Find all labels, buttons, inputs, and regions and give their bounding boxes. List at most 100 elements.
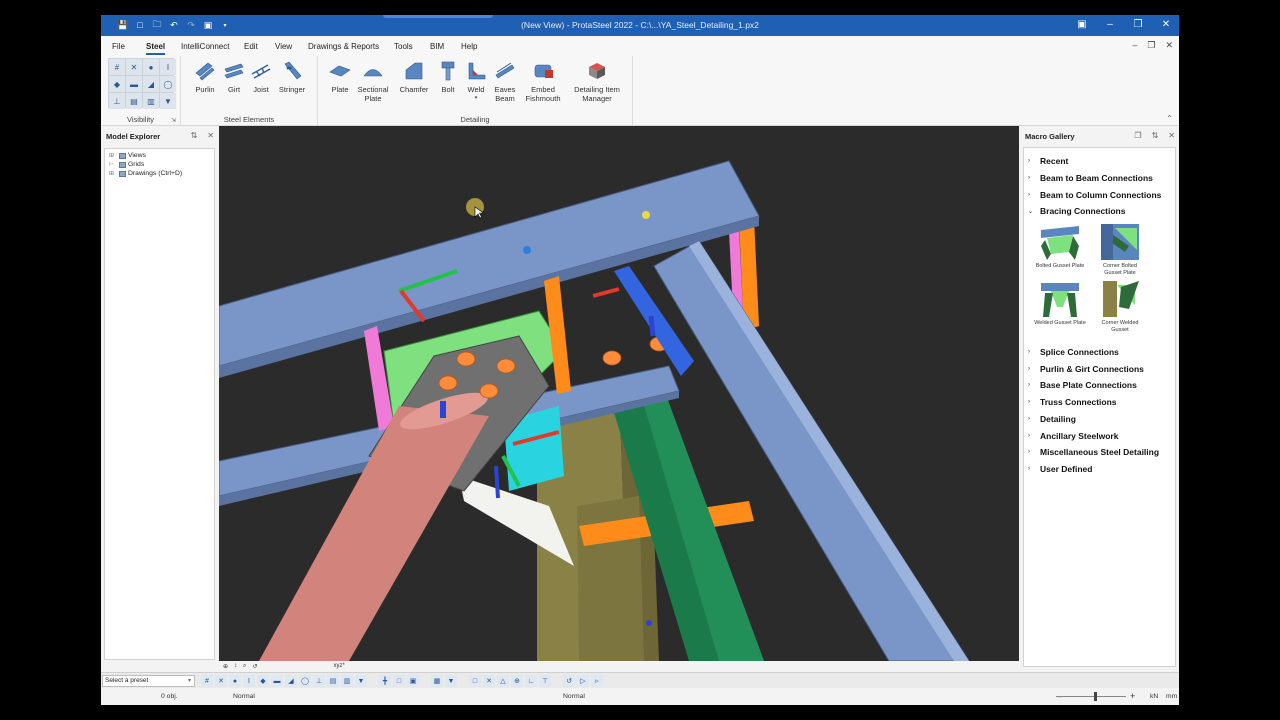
- view-pan-icon[interactable]: ↕: [234, 663, 237, 669]
- snap-play-icon[interactable]: ▷: [577, 675, 589, 687]
- float-icon[interactable]: ❐: [1134, 131, 1141, 140]
- snap-end-icon[interactable]: □: [469, 675, 481, 687]
- gallery-category-bracing[interactable]: ⌄ Bracing Connections: [1028, 203, 1175, 220]
- snap-move-icon[interactable]: ╋: [379, 675, 391, 687]
- snap-stair-icon[interactable]: ▤: [327, 675, 339, 687]
- grid-toggle-icon[interactable]: #: [109, 59, 125, 75]
- snap-mid-icon[interactable]: ✕: [483, 675, 495, 687]
- gallery-category-beam-to-beam[interactable]: › Beam to Beam Connections: [1028, 170, 1175, 187]
- menu-tools[interactable]: Tools: [394, 42, 413, 51]
- doc-restore-icon[interactable]: ❐: [1147, 40, 1155, 51]
- detailing-item-manager-button[interactable]: Detailing Item Manager: [570, 60, 624, 103]
- snap-perp-icon[interactable]: ⊤: [539, 675, 551, 687]
- snap-filter-icon[interactable]: ▼: [445, 675, 457, 687]
- wedge-toggle-icon[interactable]: ◢: [143, 76, 159, 92]
- pin-icon[interactable]: ⇅: [1152, 131, 1159, 140]
- stringer-button[interactable]: Stringer: [270, 60, 314, 94]
- stair-toggle-icon[interactable]: ▤: [126, 93, 142, 109]
- gallery-category-splice[interactable]: › Splice Connections: [1028, 344, 1175, 361]
- snap-pipe-icon[interactable]: ◯: [299, 675, 311, 687]
- gallery-category-truss[interactable]: › Truss Connections: [1028, 394, 1175, 411]
- unit-force[interactable]: kN: [1150, 693, 1158, 700]
- slab-toggle-icon[interactable]: ▬: [126, 76, 142, 92]
- macro-bolted-gusset-plate[interactable]: Bolted Gusset Plate: [1030, 222, 1090, 277]
- snap-grid-icon[interactable]: #: [201, 675, 213, 687]
- tree-node-drawings[interactable]: ⊞ Drawings (Ctrl+D): [109, 169, 214, 178]
- solid-toggle-icon[interactable]: ▼: [160, 93, 176, 109]
- snap-corner-icon[interactable]: ∟: [525, 675, 537, 687]
- snap-select-icon[interactable]: ▦: [431, 675, 443, 687]
- expand-icon[interactable]: ⊞: [109, 152, 117, 159]
- menu-steel[interactable]: Steel: [146, 42, 166, 55]
- tree-node-grids[interactable]: ⊢ Grids: [109, 160, 214, 169]
- dialog-launcher-icon[interactable]: ⇲: [171, 117, 176, 124]
- snap-plate-icon[interactable]: ◆: [257, 675, 269, 687]
- snap-paste-icon[interactable]: ▣: [407, 675, 419, 687]
- sphere-toggle-icon[interactable]: ●: [143, 59, 159, 75]
- minimize-icon[interactable]: –: [1103, 18, 1117, 32]
- menu-drawings-reports[interactable]: Drawings & Reports: [308, 42, 379, 51]
- view-orbit-icon[interactable]: ↺: [252, 663, 257, 670]
- zoom-slider[interactable]: [1056, 692, 1126, 701]
- zoom-in-icon[interactable]: +: [1130, 691, 1135, 701]
- gallery-category-user-defined[interactable]: › User Defined: [1028, 461, 1175, 478]
- plate-toggle-icon[interactable]: ◆: [109, 76, 125, 92]
- snap-copy-icon[interactable]: □: [393, 675, 405, 687]
- snap-cross-icon[interactable]: ✕: [215, 675, 227, 687]
- collapse-ribbon-icon[interactable]: ⌃: [1166, 114, 1173, 123]
- macro-corner-bolted-gusset-plate[interactable]: Corner Bolted Gusset Plate: [1090, 222, 1150, 277]
- view-axes-label[interactable]: xyz*: [333, 663, 344, 669]
- gallery-category-ancillary[interactable]: › Ancillary Steelwork: [1028, 427, 1175, 444]
- panel-close-icon[interactable]: ✕: [207, 131, 214, 140]
- unit-length[interactable]: mm: [1166, 693, 1177, 700]
- embed-fishmouth-button[interactable]: Embed Fishmouth: [521, 60, 565, 103]
- snap-center-icon[interactable]: ⊕: [511, 675, 523, 687]
- gallery-category-beam-to-column[interactable]: › Beam to Column Connections: [1028, 186, 1175, 203]
- expand-icon[interactable]: ⊞: [109, 170, 117, 177]
- macro-welded-gusset-plate[interactable]: Welded Gusset Plate: [1030, 279, 1090, 334]
- snap-wedge-icon[interactable]: ◢: [285, 675, 297, 687]
- menu-bim[interactable]: BIM: [430, 42, 444, 51]
- snap-slab-icon[interactable]: ▬: [271, 675, 283, 687]
- macro-corner-welded-gusset[interactable]: Corner Welded Gusset: [1090, 279, 1150, 334]
- pin-icon[interactable]: ⇅: [191, 131, 198, 140]
- gallery-category-misc[interactable]: › Miscellaneous Steel Detailing: [1028, 444, 1175, 461]
- gallery-category-purlin-girt[interactable]: › Purlin & Girt Connections: [1028, 360, 1175, 377]
- panel-close-icon[interactable]: ✕: [1168, 131, 1175, 140]
- menu-view[interactable]: View: [275, 42, 292, 51]
- view-zoom-icon[interactable]: ⌕: [243, 663, 246, 670]
- help-icon[interactable]: ▣: [1075, 18, 1089, 32]
- menu-file[interactable]: File: [112, 42, 125, 51]
- snap-column-icon[interactable]: ⊥: [313, 675, 325, 687]
- snap-ibeam-icon[interactable]: I: [243, 675, 255, 687]
- column-toggle-icon[interactable]: ⊥: [109, 93, 125, 109]
- gallery-category-base-plate[interactable]: › Base Plate Connections: [1028, 377, 1175, 394]
- ribbon-group-visibility: # ✕ ● I ◆ ▬ ◢ ◯ ⊥ ▤ ▥ ▼ Visibility ⇲: [101, 56, 181, 126]
- preset-select[interactable]: Select a preset ▾: [102, 675, 195, 687]
- snap-node-icon[interactable]: ●: [229, 675, 241, 687]
- menu-help[interactable]: Help: [461, 42, 477, 51]
- snap-solid-icon[interactable]: ▼: [355, 675, 367, 687]
- snap-layer-icon[interactable]: ▥: [341, 675, 353, 687]
- gallery-category-recent[interactable]: › Recent: [1028, 153, 1175, 170]
- gallery-category-detailing[interactable]: › Detailing: [1028, 411, 1175, 428]
- menu-edit[interactable]: Edit: [244, 42, 258, 51]
- tree-node-views[interactable]: ⊞ Views: [109, 151, 214, 160]
- pipe-toggle-icon[interactable]: ◯: [160, 76, 176, 92]
- stringer-label: Stringer: [278, 85, 306, 94]
- sectional-plate-button[interactable]: Sectional Plate: [351, 60, 395, 103]
- cross-toggle-icon[interactable]: ✕: [126, 59, 142, 75]
- snap-next-icon[interactable]: ▹: [591, 675, 603, 687]
- view-rotate-icon[interactable]: ⊕: [223, 663, 228, 670]
- close-icon[interactable]: ✕: [1159, 18, 1173, 32]
- menu-intelliconnect[interactable]: IntelliConnect: [181, 42, 229, 51]
- layer-toggle-icon[interactable]: ▥: [143, 93, 159, 109]
- doc-minimize-icon[interactable]: –: [1132, 40, 1137, 51]
- drag-handle[interactable]: [383, 15, 493, 18]
- doc-close-icon[interactable]: ✕: [1165, 40, 1173, 51]
- snap-ortho-icon[interactable]: ↺: [563, 675, 575, 687]
- ibeam-toggle-icon[interactable]: I: [160, 59, 176, 75]
- snap-tri-icon[interactable]: △: [497, 675, 509, 687]
- 3d-viewport[interactable]: [219, 126, 1019, 661]
- maximize-icon[interactable]: ❐: [1131, 18, 1145, 32]
